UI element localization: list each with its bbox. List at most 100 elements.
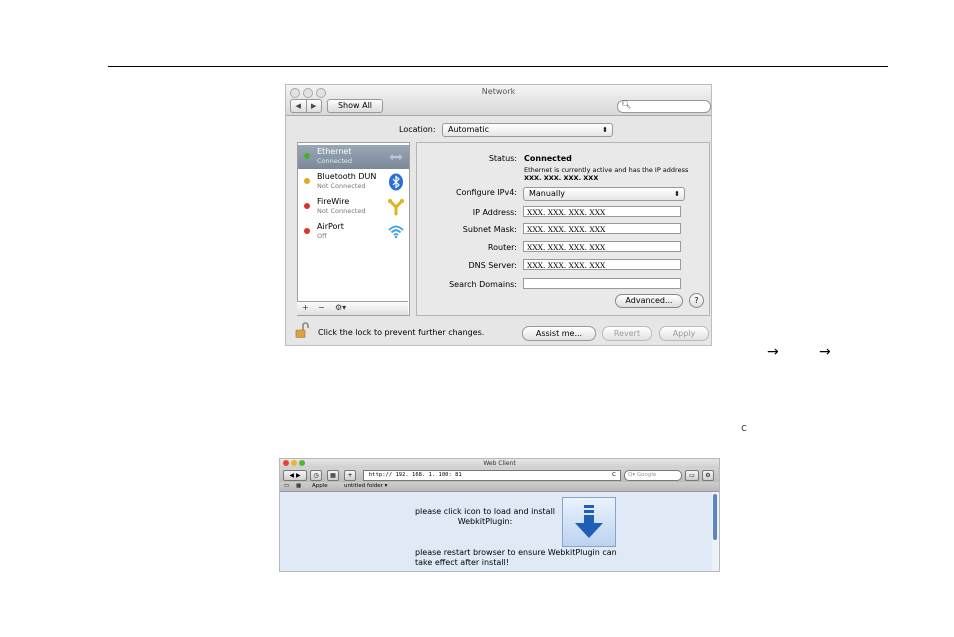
- ip-address-label: IP Address:: [472, 208, 517, 217]
- ethernet-detail-panel: Status: Connected Ethernet is currently …: [416, 142, 710, 316]
- download-plugin-button[interactable]: [562, 497, 616, 547]
- updown-chevron-icon: ⬍: [674, 190, 680, 198]
- apply-button[interactable]: Apply: [659, 326, 709, 341]
- configure-ipv4-label: Configure IPv4:: [455, 188, 517, 197]
- location-label: Location:: [399, 125, 436, 134]
- close-button[interactable]: [283, 460, 289, 466]
- url-field[interactable]: http:// 192. 168. 1. 100: 81 C: [363, 470, 621, 481]
- reload-icon[interactable]: C: [612, 471, 616, 480]
- browser-title-bar: Web Client: [280, 459, 719, 468]
- status-description-text: Ethernet is currently active and has the…: [524, 166, 689, 174]
- service-status: Not Connected: [317, 182, 366, 190]
- help-button[interactable]: ?: [689, 293, 704, 308]
- history-icon[interactable]: ◷: [310, 470, 322, 481]
- browser-window-title: Web Client: [483, 460, 516, 467]
- search-domains-label: Search Domains:: [449, 280, 517, 289]
- top-sites-icon[interactable]: ▦: [296, 482, 301, 491]
- bookmark-untitled-folder[interactable]: untitled folder ▾: [344, 482, 387, 491]
- subnet-mask-field[interactable]: XXX. XXX. XXX. XXX: [523, 223, 681, 234]
- add-bookmark-icon[interactable]: +: [344, 470, 356, 481]
- search-domains-field[interactable]: [523, 278, 681, 289]
- bookmarks-bar: ▭ ▦ Apple untitled folder ▾: [280, 482, 719, 492]
- scrollbar-thumb[interactable]: [713, 494, 717, 540]
- service-bluetooth-dun[interactable]: Bluetooth DUN Not Connected: [298, 170, 409, 194]
- status-description: Ethernet is currently active and has the…: [524, 166, 699, 182]
- subnet-mask-label: Subnet Mask:: [462, 225, 517, 234]
- status-value: Connected: [524, 154, 572, 163]
- status-dot: [304, 178, 310, 184]
- bluetooth-icon: [389, 173, 403, 191]
- revert-button[interactable]: Revert: [602, 326, 652, 341]
- lock-instruction: Click the lock to prevent further change…: [318, 328, 485, 337]
- reading-list-icon[interactable]: ▭: [284, 482, 289, 491]
- service-airport[interactable]: AirPort Off: [298, 220, 409, 244]
- service-name: FireWire: [317, 197, 350, 206]
- forward-icon[interactable]: ▶: [296, 472, 301, 479]
- zoom-button[interactable]: [299, 460, 305, 466]
- status-dot: [304, 153, 310, 159]
- service-firewire[interactable]: FireWire Not Connected: [298, 195, 409, 219]
- install-instruction: please click icon to load and install We…: [414, 507, 556, 526]
- remove-service-button[interactable]: −: [318, 303, 325, 312]
- bookmark-icon[interactable]: ▦: [327, 470, 339, 481]
- forward-icon[interactable]: ▶: [305, 100, 322, 112]
- configure-ipv4-value: Manually: [529, 189, 566, 198]
- location-select[interactable]: Automatic ⬍: [442, 123, 613, 137]
- router-field[interactable]: XXX. XXX. XXX. XXX: [523, 241, 681, 252]
- firewire-icon: [388, 199, 404, 216]
- location-value: Automatic: [448, 125, 490, 134]
- search-placeholder: Q▾ Google: [628, 472, 657, 478]
- updown-chevron-icon: ⬍: [602, 126, 608, 134]
- download-arrow-icon: [575, 505, 603, 538]
- title-bar: Network ◀ ▶ Show All 🔍︎: [286, 85, 711, 116]
- service-name: AirPort: [317, 222, 344, 231]
- back-icon[interactable]: ◀: [289, 472, 294, 479]
- service-name: Ethernet: [317, 147, 352, 156]
- add-service-button[interactable]: +: [302, 303, 309, 312]
- show-all-button[interactable]: Show All: [327, 99, 383, 113]
- router-label: Router:: [487, 243, 517, 252]
- action-menu-button[interactable]: ⚙▾: [335, 303, 346, 312]
- status-dot: [304, 228, 310, 234]
- dns-server-field[interactable]: XXX. XXX. XXX. XXX: [523, 259, 681, 270]
- service-list-toolbar: + − ⚙▾: [297, 301, 408, 315]
- back-icon[interactable]: ◀: [291, 100, 306, 112]
- minimize-button[interactable]: [291, 460, 297, 466]
- url-text: http:// 192. 168. 1. 100: 81: [369, 472, 462, 478]
- vertical-scrollbar[interactable]: [712, 492, 719, 571]
- status-label: Status:: [488, 154, 517, 163]
- back-forward-buttons[interactable]: ◀ ▶: [290, 99, 322, 113]
- browser-search-input[interactable]: Q▾ Google: [624, 470, 682, 481]
- ip-address-field[interactable]: XXX. XXX. XXX. XXX: [523, 206, 681, 217]
- status-description-ip: XXX. XXX. XXX. XXX: [524, 174, 599, 182]
- advanced-button[interactable]: Advanced...: [615, 294, 683, 308]
- browser-content: please click icon to load and install We…: [280, 492, 712, 571]
- search-input[interactable]: 🔍︎: [617, 100, 711, 113]
- service-list: Ethernet Connected Bluetooth DUN Not Con…: [297, 142, 410, 316]
- configure-ipv4-select[interactable]: Manually ⬍: [523, 187, 685, 201]
- service-name: Bluetooth DUN: [317, 172, 377, 181]
- wifi-icon: [388, 225, 404, 239]
- arrow-glyph: →: [767, 344, 779, 360]
- settings-gear-icon[interactable]: ⚙: [702, 470, 714, 481]
- bookmark-apple[interactable]: Apple: [312, 482, 328, 491]
- web-client-window: Web Client ◀ ▶ ◷ ▦ + http:// 192. 168. 1…: [279, 458, 720, 572]
- browser-toolbar: ◀ ▶ ◷ ▦ + http:// 192. 168. 1. 100: 81 C…: [280, 468, 719, 482]
- ethernet-icon: [388, 152, 404, 162]
- status-dot: [304, 203, 310, 209]
- assist-me-button[interactable]: Assist me...: [522, 326, 596, 341]
- network-preferences-window: Network ◀ ▶ Show All 🔍︎ Location: Automat…: [285, 84, 712, 346]
- service-status: Not Connected: [317, 207, 366, 215]
- lock-icon[interactable]: [295, 322, 309, 338]
- window-title: Network: [481, 87, 516, 96]
- service-status: Connected: [317, 157, 353, 165]
- arrow-glyph: →: [819, 344, 831, 360]
- page-rule: [108, 66, 888, 67]
- service-ethernet[interactable]: Ethernet Connected: [298, 145, 409, 169]
- back-forward-buttons[interactable]: ◀ ▶: [283, 470, 307, 481]
- service-status: Off: [317, 232, 327, 240]
- dns-server-label: DNS Server:: [468, 261, 517, 270]
- refresh-icon: c: [741, 421, 748, 434]
- page-menu-icon[interactable]: ▭: [685, 470, 699, 481]
- restart-instruction: please restart browser to ensure WebkitP…: [415, 548, 617, 567]
